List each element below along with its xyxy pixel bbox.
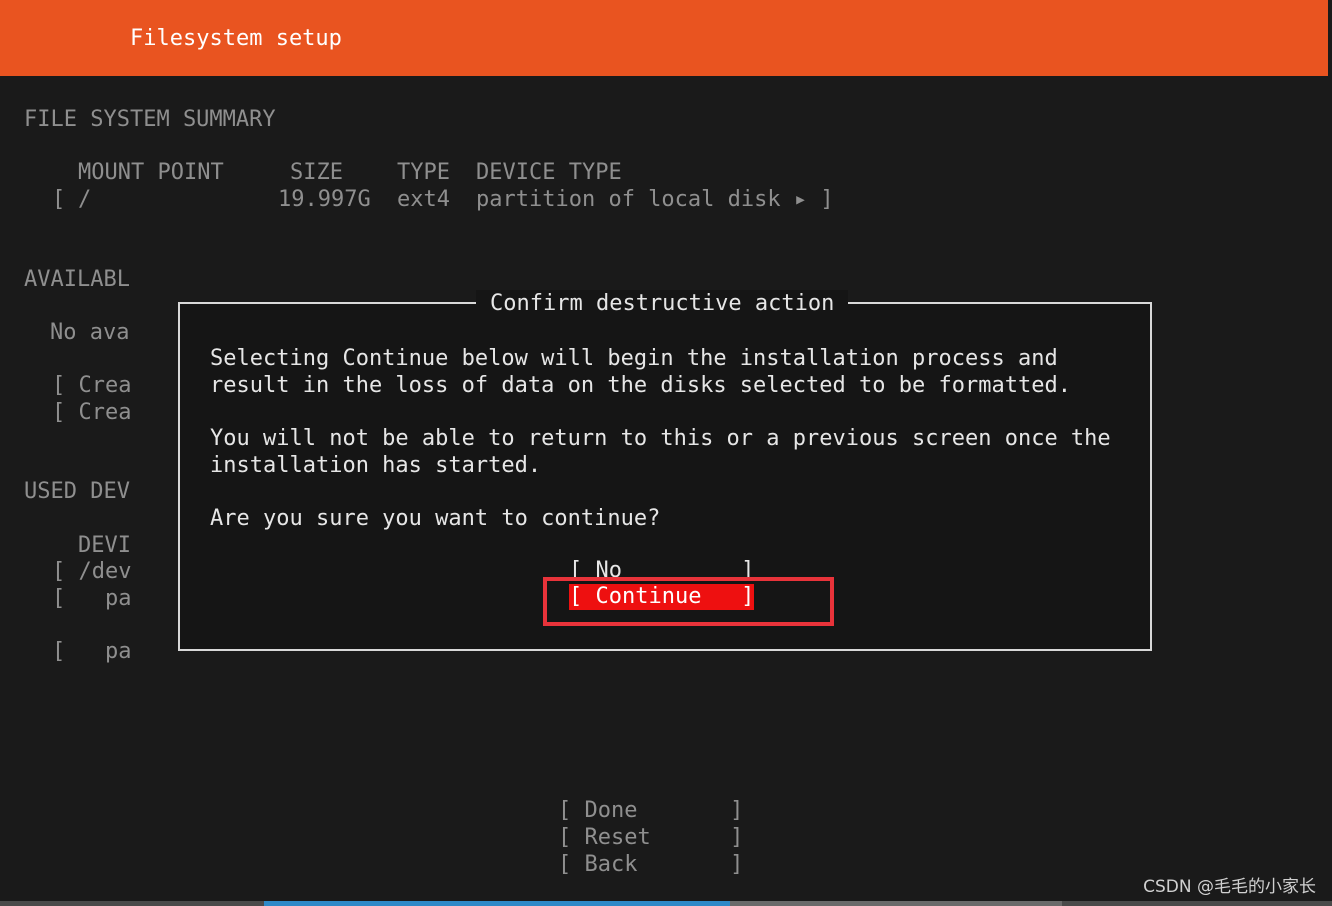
summary-row-bracket: [ bbox=[52, 187, 66, 212]
dialog-text-line-3: You will not be able to return to this o… bbox=[210, 426, 1111, 451]
create-button-2[interactable]: [ Crea bbox=[52, 399, 131, 426]
dialog-title: Confirm destructive action bbox=[476, 290, 849, 317]
page-title: Filesystem setup bbox=[130, 26, 342, 51]
used-row-partition-1[interactable]: [ pa bbox=[52, 585, 131, 612]
create-button-1[interactable]: [ Crea bbox=[52, 372, 131, 399]
summary-row-mount: / bbox=[78, 187, 92, 212]
summary-section-title: FILE SYSTEM SUMMARY bbox=[24, 107, 276, 132]
header-bar: Filesystem setup bbox=[0, 0, 1328, 76]
col-mount-point: MOUNT POINT bbox=[78, 160, 224, 185]
reset-button[interactable]: [ Reset ] bbox=[558, 824, 743, 851]
summary-row-type: ext4 bbox=[397, 187, 450, 212]
dialog-text-line-4: installation has started. bbox=[210, 453, 542, 478]
watermark-text: CSDN @毛毛的小家长 bbox=[1143, 877, 1316, 897]
progress-fill bbox=[264, 901, 730, 906]
col-size: SIZE bbox=[290, 160, 343, 185]
summary-row-size: 19.997G bbox=[278, 187, 371, 212]
done-button[interactable]: [ Done ] bbox=[558, 797, 743, 824]
progress-segment bbox=[730, 901, 1062, 906]
used-col-header: DEVI bbox=[78, 533, 131, 558]
continue-button[interactable]: [ Continue ] bbox=[569, 584, 755, 610]
col-device-type: DEVICE TYPE bbox=[476, 160, 622, 185]
no-button[interactable]: [ No ] bbox=[569, 557, 754, 584]
back-button[interactable]: [ Back ] bbox=[558, 851, 743, 878]
summary-row-device-type: partition of local disk ▸ ] bbox=[476, 187, 834, 212]
dialog-text-line-1: Selecting Continue below will begin the … bbox=[210, 346, 1058, 371]
used-row-device[interactable]: [ /dev bbox=[52, 558, 131, 585]
col-type: TYPE bbox=[397, 160, 450, 185]
used-section-title: USED DEV bbox=[24, 479, 130, 504]
available-section-title: AVAILABL bbox=[24, 267, 130, 292]
dialog-question: Are you sure you want to continue? bbox=[210, 506, 661, 531]
no-available-text: No ava bbox=[50, 320, 130, 345]
used-row-partition-2[interactable]: [ pa bbox=[52, 638, 131, 665]
dialog-text-line-2: result in the loss of data on the disks … bbox=[210, 373, 1071, 398]
